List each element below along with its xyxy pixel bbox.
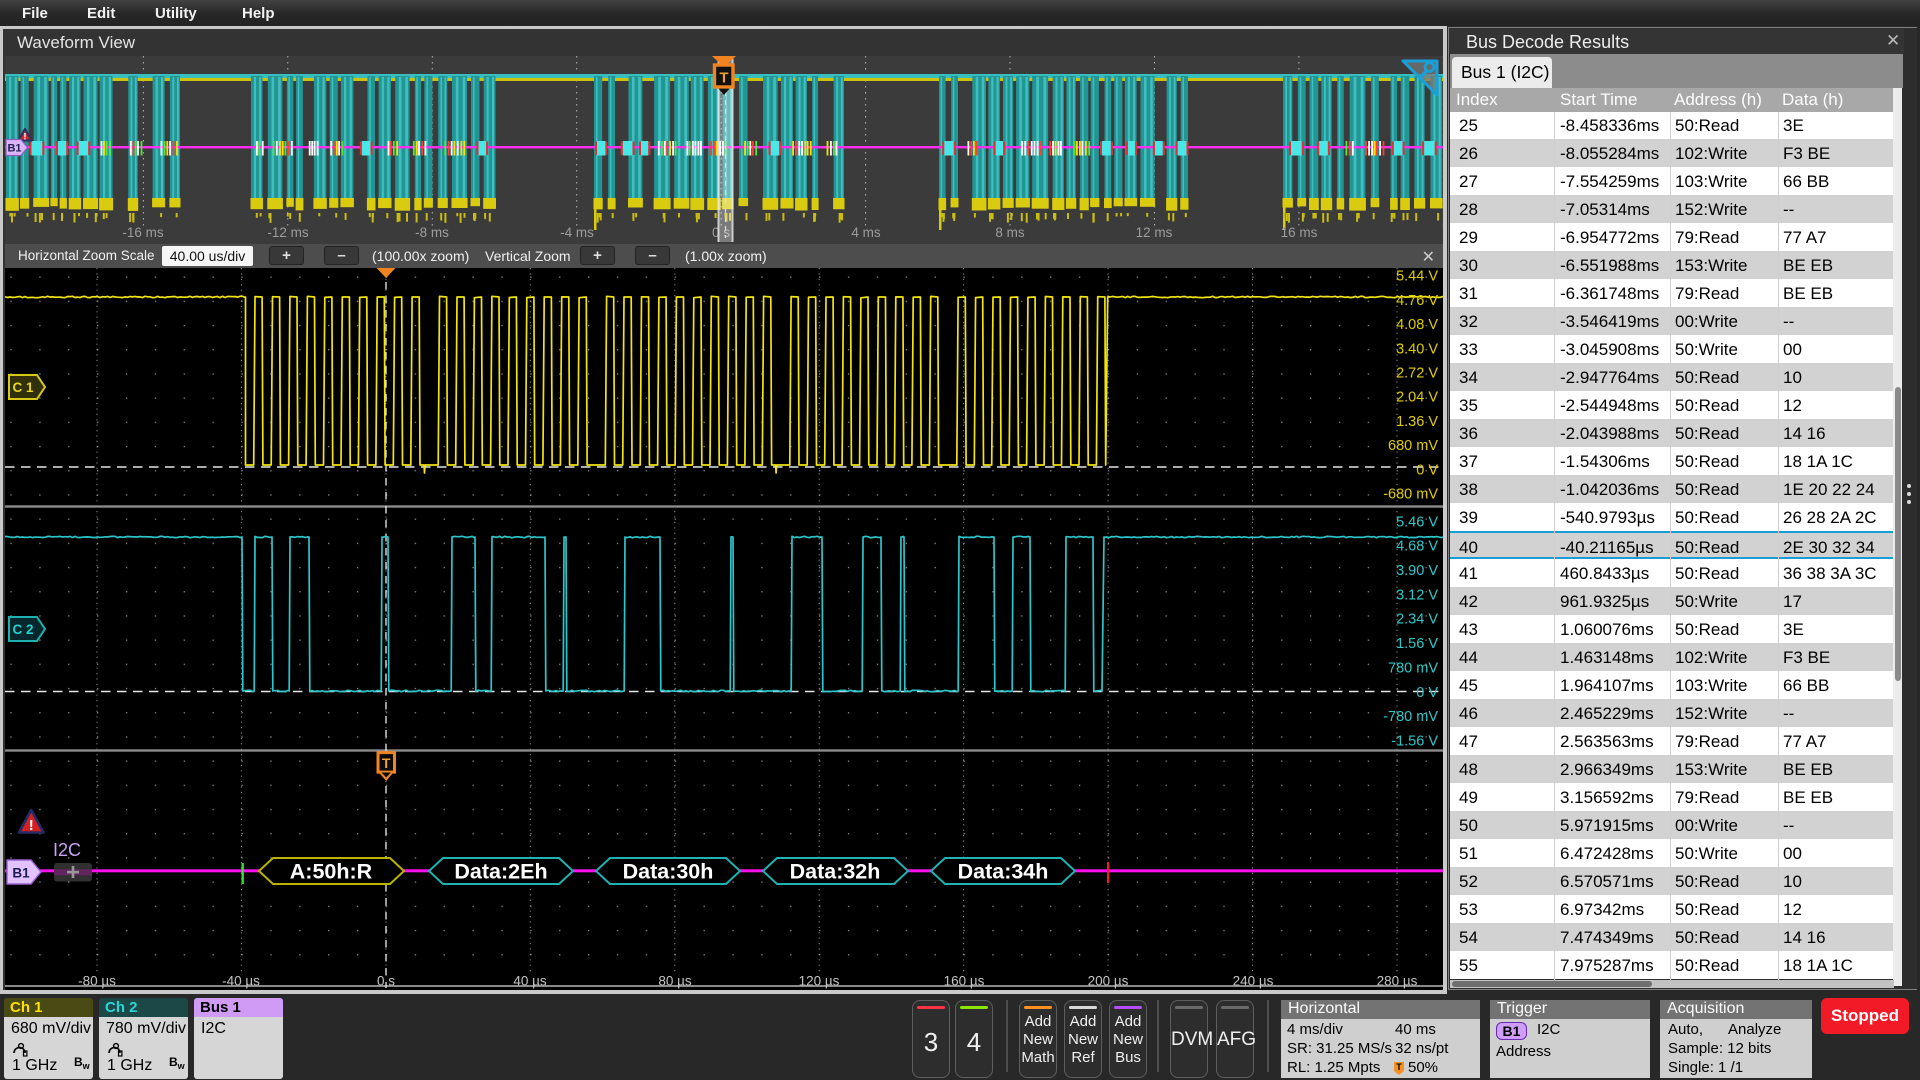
- svg-text:680 mV: 680 mV: [1388, 438, 1438, 454]
- svg-text:8 ms: 8 ms: [995, 225, 1025, 240]
- svg-text:120 µs: 120 µs: [799, 974, 840, 989]
- svg-text:2.34 V: 2.34 V: [1396, 612, 1438, 628]
- svg-text:A:50h:R: A:50h:R: [290, 860, 373, 884]
- svg-text:280 µs: 280 µs: [1377, 974, 1418, 989]
- svg-text:Data:30h: Data:30h: [623, 860, 714, 884]
- svg-text:C 2: C 2: [12, 622, 33, 637]
- svg-text:-680 mV: -680 mV: [1383, 487, 1438, 503]
- svg-text:T: T: [719, 70, 728, 87]
- svg-text:2.04 V: 2.04 V: [1396, 390, 1438, 406]
- svg-text:5.46 V: 5.46 V: [1396, 514, 1438, 530]
- svg-text:4.08 V: 4.08 V: [1396, 317, 1438, 333]
- svg-text:-8 ms: -8 ms: [415, 225, 449, 240]
- svg-text:5.44 V: 5.44 V: [1396, 269, 1438, 285]
- svg-text:40 µs: 40 µs: [513, 974, 547, 989]
- svg-text:-1.56 V: -1.56 V: [1391, 733, 1438, 749]
- svg-text:0 V: 0 V: [1416, 462, 1438, 478]
- svg-text:Data:2Eh: Data:2Eh: [454, 860, 547, 884]
- svg-text:-4 ms: -4 ms: [560, 225, 594, 240]
- svg-text:4.68 V: 4.68 V: [1396, 539, 1438, 555]
- svg-text:Data:34h: Data:34h: [958, 860, 1049, 884]
- svg-text:-12 ms: -12 ms: [267, 225, 309, 240]
- svg-text:200 µs: 200 µs: [1088, 974, 1129, 989]
- svg-text:780 mV: 780 mV: [1388, 660, 1438, 676]
- svg-text:B1: B1: [12, 866, 30, 881]
- svg-text:-780 mV: -780 mV: [1383, 709, 1438, 725]
- svg-text:T: T: [1396, 1062, 1402, 1072]
- svg-text:3.12 V: 3.12 V: [1396, 587, 1438, 603]
- svg-text:B1: B1: [7, 143, 21, 155]
- svg-text:!: !: [29, 817, 34, 834]
- svg-text:C 1: C 1: [12, 380, 34, 395]
- svg-text:4 ms: 4 ms: [851, 225, 881, 240]
- svg-text:Data:32h: Data:32h: [790, 860, 881, 884]
- svg-text:80 µs: 80 µs: [658, 974, 692, 989]
- svg-text:3.90 V: 3.90 V: [1396, 563, 1438, 579]
- svg-text:1.36 V: 1.36 V: [1396, 414, 1438, 430]
- svg-text:0 s: 0 s: [377, 974, 395, 989]
- svg-text:2.72 V: 2.72 V: [1396, 366, 1438, 382]
- svg-text:12 ms: 12 ms: [1136, 225, 1173, 240]
- svg-text:3.40 V: 3.40 V: [1396, 341, 1438, 357]
- svg-text:4.76 V: 4.76 V: [1396, 293, 1438, 309]
- svg-text:16 ms: 16 ms: [1281, 225, 1318, 240]
- svg-text:-40 µs: -40 µs: [222, 974, 260, 989]
- svg-text:T: T: [382, 755, 391, 771]
- svg-text:-16 ms: -16 ms: [122, 225, 164, 240]
- svg-text:240 µs: 240 µs: [1233, 974, 1274, 989]
- svg-text:1.56 V: 1.56 V: [1396, 636, 1438, 652]
- svg-text:!: !: [23, 132, 26, 143]
- svg-text:-80 µs: -80 µs: [78, 974, 116, 989]
- svg-text:160 µs: 160 µs: [944, 974, 985, 989]
- svg-text:I2C: I2C: [53, 840, 81, 860]
- svg-text:0 V: 0 V: [1416, 685, 1438, 701]
